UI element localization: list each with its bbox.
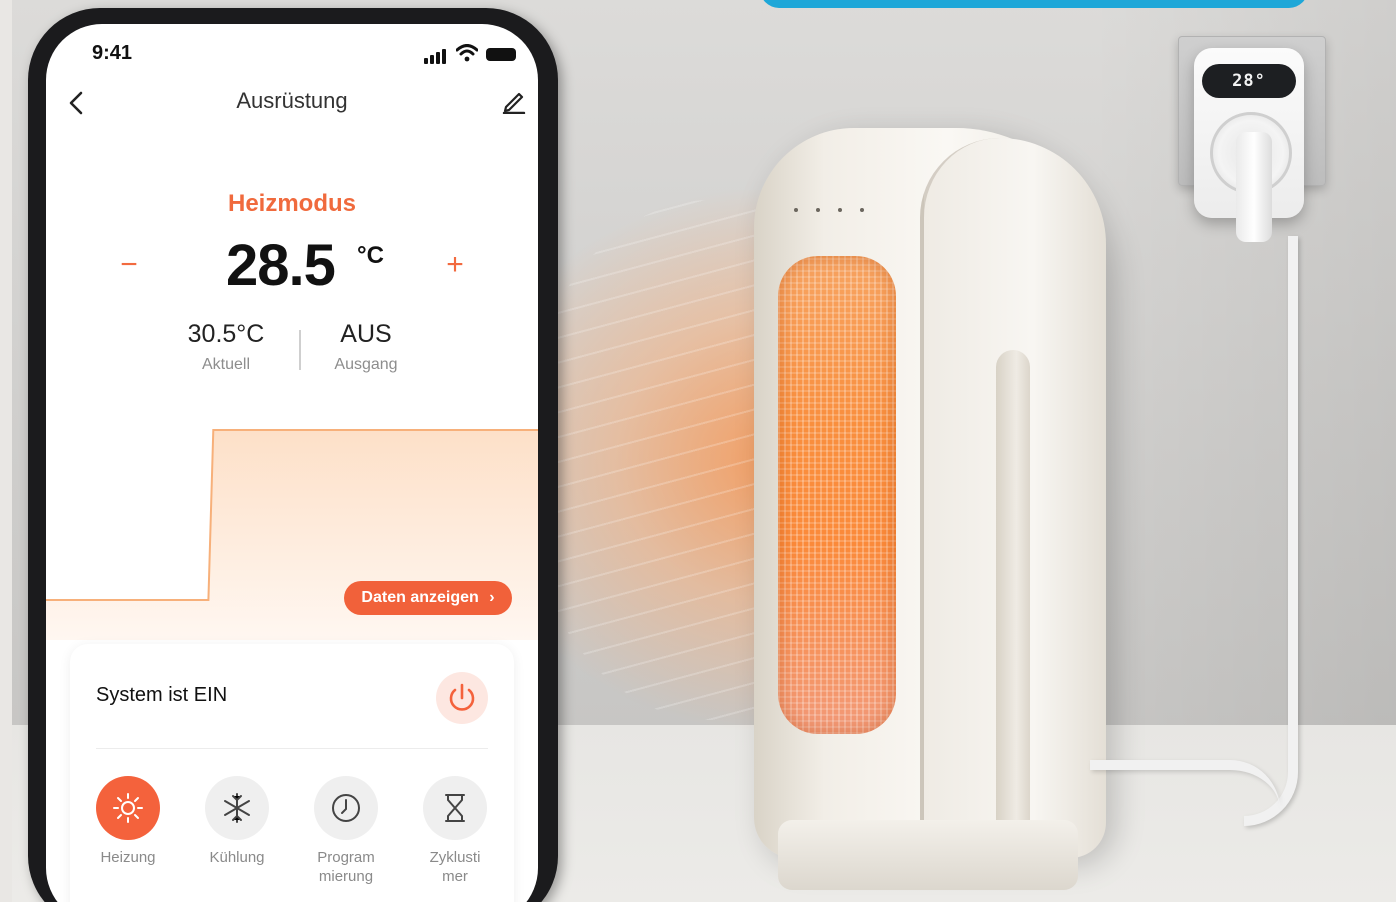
mode-cooling-label: Kühlung [209,849,265,866]
view-data-button[interactable]: Daten anzeigen › [344,581,512,615]
mode-heating-label: Heizung [100,849,156,866]
mode-cooling-circle [205,776,269,840]
app-screen: 9:41 Ausrüstung Heizmodus − 28.5 °C + 30… [46,24,538,902]
left-edge [0,0,12,902]
snowflake-icon [224,793,250,823]
power-cable-floor [1090,760,1280,830]
heater-control-dots [790,208,880,214]
heating-mode-label: Heizmodus [227,190,356,217]
output-status-value: AUS [340,320,392,348]
power-cable [1244,236,1298,826]
status-time: 9:41 [92,42,133,64]
setpoint-temperature: 28.5 [226,233,336,298]
sun-icon [113,793,143,823]
mode-programming-circle [314,776,378,840]
heater-base [778,820,1078,890]
system-control-card: System ist EIN Heizung Kühlung Program m… [70,644,514,902]
heater-grill [778,256,896,734]
card-divider [96,748,488,749]
plug-thermostat-display: 28° [1202,64,1296,98]
power-plug [1236,132,1272,242]
view-data-button-label: Daten anzeigen [361,589,479,606]
mode-cycle-timer-circle [423,776,487,840]
clock-icon [332,794,360,822]
wifi-icon [456,44,478,62]
current-temperature-value: 30.5°C [187,320,265,348]
setpoint-unit: °C [357,242,384,269]
mode-heating-circle [96,776,160,840]
battery-icon [486,48,516,61]
system-status-label: System ist EIN [96,684,228,706]
increase-temperature-button[interactable]: + [438,248,472,282]
decrease-temperature-button[interactable]: − [112,248,146,282]
stat-divider [299,330,301,370]
current-temperature-label: Aktuell [201,356,251,373]
hourglass-icon [445,794,465,822]
status-icons [424,44,520,64]
power-icon [449,683,475,711]
page-title: Ausrüstung [236,88,348,113]
mode-programming-label: Program mierung [317,849,375,885]
power-button[interactable] [436,672,488,724]
top-banner-pill [760,0,1308,8]
edit-pencil-icon[interactable] [502,88,526,114]
mode-cycle-timer-label: Zyklusti mer [429,849,481,885]
output-status-label: Ausgang [334,356,398,373]
chevron-right-icon: › [489,589,495,606]
heater-handle [996,350,1030,870]
